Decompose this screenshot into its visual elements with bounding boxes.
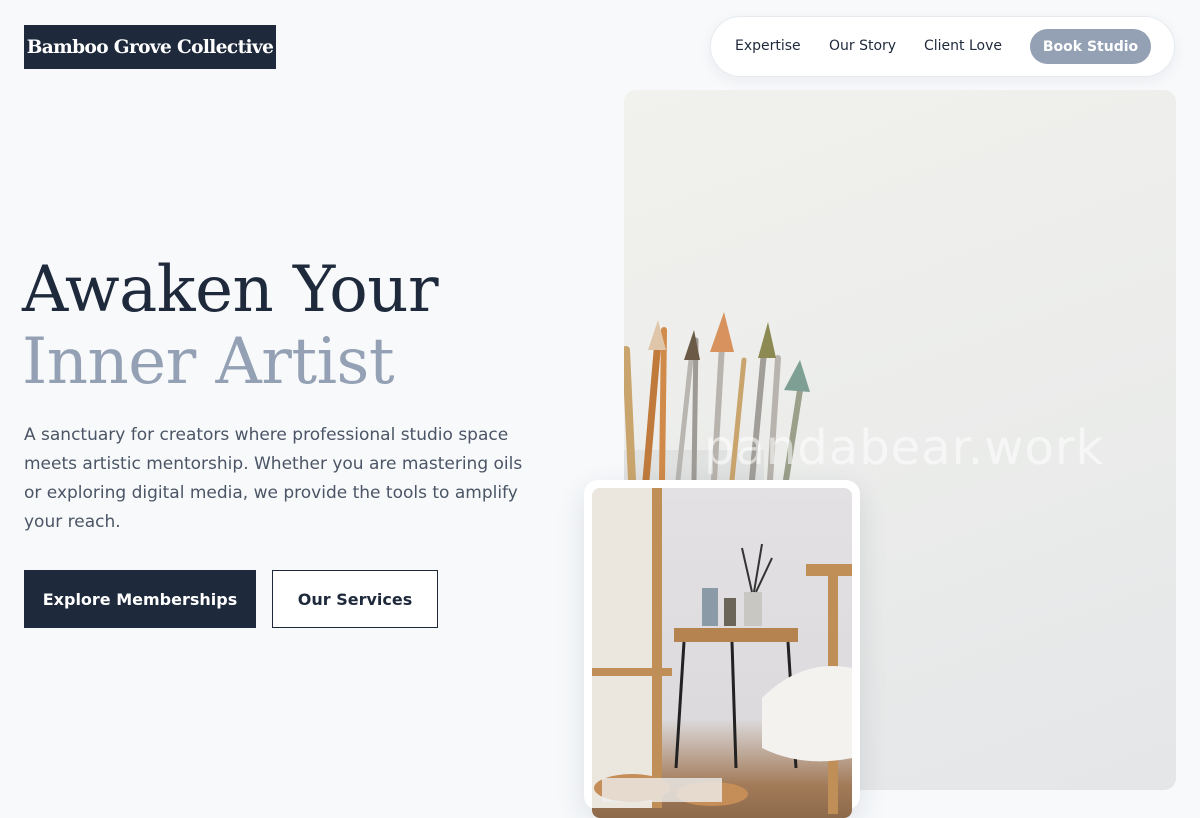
nav-link-our-story[interactable]: Our Story [829,17,896,76]
explore-memberships-button[interactable]: Explore Memberships [24,570,256,628]
studio-photo [592,488,852,818]
brand-logo[interactable]: Bamboo Grove Collective [24,25,276,69]
inset-photo-card [584,480,860,818]
image-watermark: pandabear.work [704,420,1105,476]
top-nav: Expertise Our Story Client Love Book Stu… [710,16,1175,77]
hero-headline-line-2: Inner Artist [22,325,395,399]
hero-lead-text: A sanctuary for creators where professio… [24,425,523,532]
nav-link-expertise[interactable]: Expertise [735,17,801,76]
hero-headline-line-1: Awaken Your [22,253,439,327]
book-studio-button[interactable]: Book Studio [1030,29,1151,64]
our-services-button[interactable]: Our Services [272,570,438,628]
nav-link-client-love[interactable]: Client Love [924,17,1002,76]
studio-photo-illustration [592,488,852,814]
